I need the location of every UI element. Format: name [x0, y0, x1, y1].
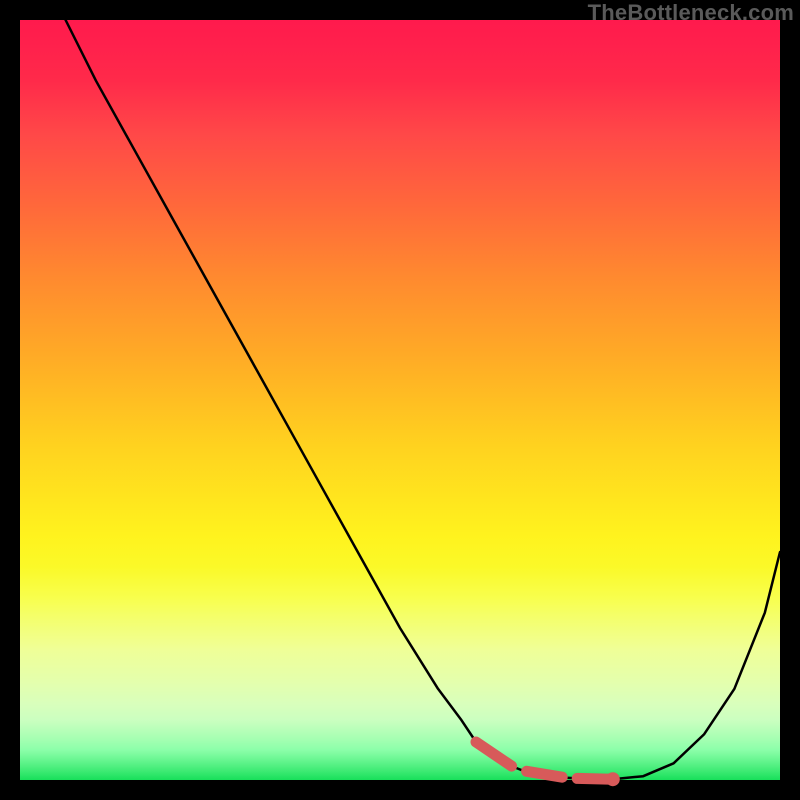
range-dash-1	[476, 742, 512, 766]
curve-path	[66, 20, 780, 779]
chart-svg	[20, 20, 780, 780]
marker-dot	[606, 772, 620, 786]
chart-stage: TheBottleneck.com	[0, 0, 800, 800]
plot-area	[20, 20, 780, 780]
range-dash-2	[527, 771, 563, 777]
optimal-range-marker	[476, 742, 620, 786]
